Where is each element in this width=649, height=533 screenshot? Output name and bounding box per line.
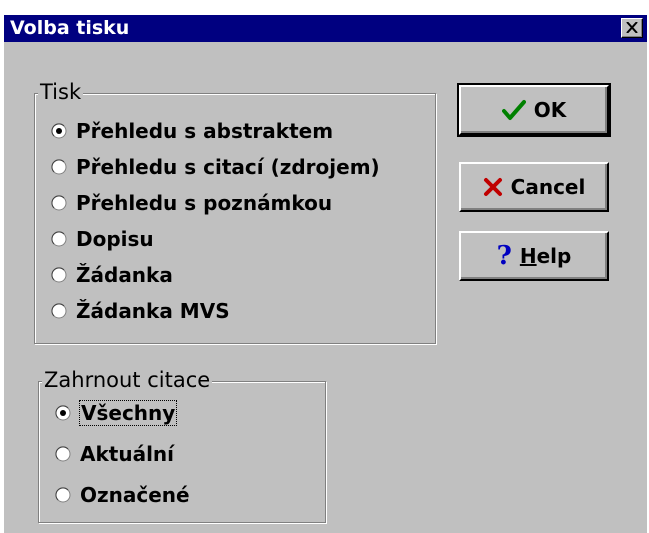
question-mark-icon: ? bbox=[496, 241, 512, 271]
ok-button[interactable]: OK bbox=[457, 83, 611, 137]
radio-button-checked[interactable] bbox=[51, 123, 67, 139]
radio-button-checked[interactable] bbox=[55, 405, 71, 421]
radio-button[interactable] bbox=[51, 267, 67, 283]
radio-option-citation[interactable]: Přehledu s citací (zdrojem) bbox=[51, 153, 380, 181]
radio-option-all[interactable]: Všechny bbox=[55, 399, 178, 427]
print-type-group-label: Tisk bbox=[38, 80, 84, 104]
radio-option-request[interactable]: Žádanka bbox=[51, 261, 173, 289]
radio-button[interactable] bbox=[51, 303, 67, 319]
radio-button[interactable] bbox=[51, 231, 67, 247]
x-icon bbox=[483, 177, 503, 197]
window-title: Volba tisku bbox=[10, 17, 130, 39]
radio-button[interactable] bbox=[51, 195, 67, 211]
cancel-button-label: Cancel bbox=[510, 175, 586, 199]
radio-button[interactable] bbox=[55, 446, 71, 462]
radio-option-label: Přehledu s citací (zdrojem) bbox=[76, 155, 380, 179]
print-options-dialog: Volba tisku Tisk Přehledu s abstraktem P… bbox=[4, 15, 647, 533]
ok-button-label: OK bbox=[533, 98, 567, 122]
radio-option-marked[interactable]: Označené bbox=[55, 481, 190, 509]
checkmark-icon bbox=[501, 99, 526, 121]
radio-option-label: Dopisu bbox=[76, 227, 154, 251]
title-bar[interactable]: Volba tisku bbox=[4, 15, 647, 42]
cancel-button[interactable]: Cancel bbox=[459, 162, 609, 212]
radio-option-label: Přehledu s poznámkou bbox=[76, 191, 333, 215]
radio-option-letter[interactable]: Dopisu bbox=[51, 225, 154, 253]
radio-option-request-mvs[interactable]: Žádanka MVS bbox=[51, 297, 230, 325]
radio-option-label: Všechny bbox=[78, 400, 178, 426]
radio-option-label: Přehledu s abstraktem bbox=[76, 119, 334, 143]
include-citations-group-label: Zahrnout citace bbox=[42, 368, 213, 392]
close-icon bbox=[626, 22, 638, 33]
close-button[interactable] bbox=[621, 18, 643, 38]
radio-option-abstract[interactable]: Přehledu s abstraktem bbox=[51, 117, 333, 145]
help-button-label: Help bbox=[519, 244, 572, 268]
radio-option-label: Aktuální bbox=[80, 442, 175, 466]
radio-button[interactable] bbox=[51, 159, 67, 175]
help-button[interactable]: ? Help bbox=[459, 231, 609, 281]
radio-option-label: Označené bbox=[80, 483, 190, 507]
radio-option-label: Žádanka bbox=[76, 263, 173, 287]
radio-button[interactable] bbox=[55, 487, 71, 503]
radio-option-label: Žádanka MVS bbox=[76, 299, 230, 323]
radio-option-note[interactable]: Přehledu s poznámkou bbox=[51, 189, 332, 217]
radio-option-current[interactable]: Aktuální bbox=[55, 440, 174, 468]
